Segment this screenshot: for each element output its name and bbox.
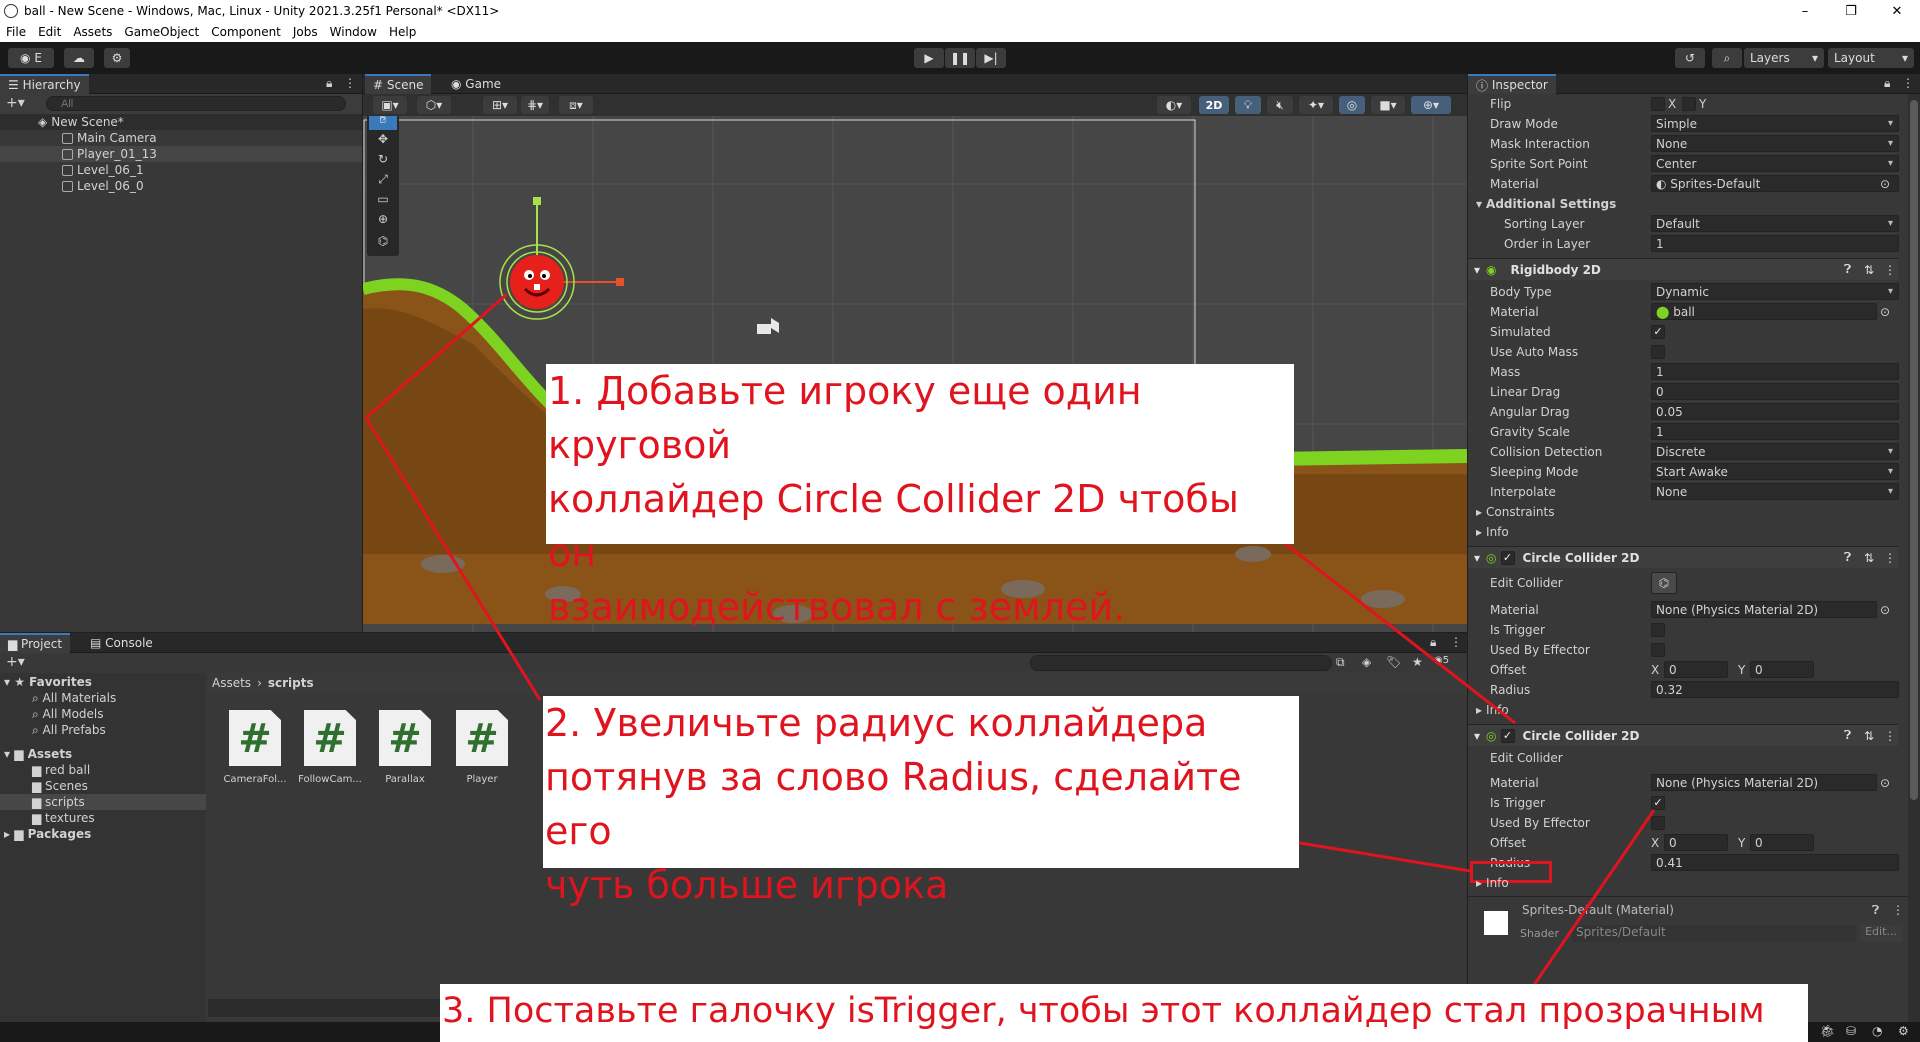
note1-line1: 1. Добавьте игроку еще один круговой [548,369,1142,467]
annotation-note-1: 1. Добавьте игроку еще один круговой кол… [546,364,1294,629]
annotation-note-3: 3. Поставьте галочку isTrigger, чтобы эт… [440,984,1808,1042]
note2-line1: 2. Увеличьте радиус коллайдера [545,701,1208,745]
annotation-note-2: 2. Увеличьте радиус коллайдера потянув з… [543,696,1299,907]
note2-line3: чуть больше игрока [545,863,949,907]
note1-line3: взаимодействовал с землей. [548,585,1126,629]
note2-line2: потянув за слово Radius, сделайте его [545,755,1242,853]
note1-line2: коллайдер Circle Collider 2D чтобы он [548,477,1239,575]
